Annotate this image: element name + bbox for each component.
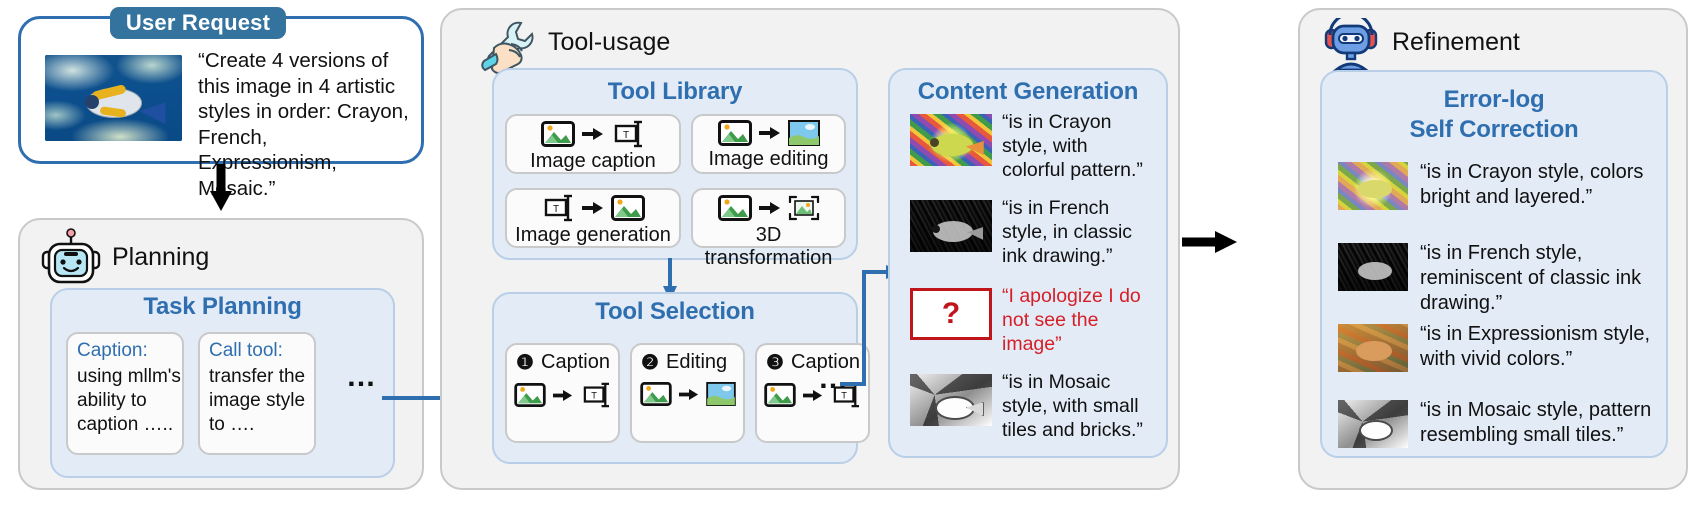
thumbnail-french (910, 200, 992, 252)
error-question-box: ? (910, 288, 992, 340)
framed-photo-icon (788, 195, 819, 221)
photo-icon (611, 195, 645, 221)
tool-card-3d-transformation[interactable]: 3D transformation (691, 188, 846, 269)
arrow-right-icon (582, 128, 603, 140)
tool-usage-title: Tool-usage (548, 28, 671, 56)
task-planning-title: Task Planning (143, 293, 302, 320)
user-request-chip: User Request (110, 7, 286, 39)
tool-step-1-label: Caption (541, 351, 610, 373)
landscape-icon (705, 382, 736, 406)
refinement-item-french-text: “is in French style, reminiscent of clas… (1420, 242, 1642, 314)
content-item-error-text: “I apologize I do not see the image” (1002, 285, 1141, 355)
tool-step-2-number: ❷ (641, 352, 659, 374)
arrow-right-icon (678, 388, 698, 400)
content-item-french-text: “is in French style, in classic ink draw… (1002, 197, 1133, 267)
text-icon: T (614, 120, 642, 148)
arrow-right-icon (758, 202, 780, 214)
thumbnail-crayon (1338, 162, 1408, 210)
thumbnail-mosaic (1338, 400, 1408, 448)
photo-icon (639, 382, 672, 406)
planning-title: Planning (112, 243, 210, 271)
tool-step-2-label: Editing (666, 351, 728, 373)
tool-selection-title: Tool Selection (595, 298, 755, 325)
tool-step-3-number: ❸ (766, 352, 784, 374)
planning-card-caption-body: using mllm's ability to caption ….. (77, 366, 181, 435)
planning-card-calltool[interactable]: Call tool: transfer the image style to …… (198, 332, 316, 455)
tool-card-image-editing-label: Image editing (708, 148, 829, 170)
svg-text:T: T (623, 130, 629, 141)
tool-step-2[interactable]: ❷ Editing (630, 343, 745, 443)
planning-card-caption[interactable]: Caption: using mllm's ability to caption… (66, 332, 184, 455)
content-generation-title: Content Generation (917, 78, 1139, 105)
planning-card-caption-label: Caption: (77, 340, 148, 361)
planning-card-calltool-label: Call tool: (209, 340, 283, 361)
tool-card-image-editing[interactable]: Image editing (691, 114, 846, 174)
user-request-chip-label: User Request (125, 10, 271, 35)
robot-head-icon (41, 228, 101, 284)
photo-icon (513, 383, 546, 407)
tool-library-title: Tool Library (607, 78, 743, 105)
content-item-mosaic-text: “is in Mosaic style, with small tiles an… (1002, 371, 1143, 441)
diagram-canvas: User Request “Create 4 versions of this … (0, 0, 1698, 506)
question-mark-icon: ? (941, 297, 961, 330)
photo-icon (541, 121, 575, 147)
content-item-crayon-text: “is in Crayon style, with colorful patte… (1002, 111, 1143, 181)
refinement-inner-title-line2: Self Correction (1409, 116, 1579, 143)
thumbnail-french (1338, 243, 1408, 291)
user-request-image (45, 55, 182, 141)
photo-icon (717, 120, 752, 146)
planning-ellipsis: … (346, 360, 378, 393)
landscape-icon (787, 120, 820, 146)
thumbnail-mosaic (910, 374, 992, 426)
tool-card-image-generation[interactable]: T Image generation (505, 188, 681, 248)
text-icon: T (544, 194, 572, 222)
svg-text:T: T (591, 391, 597, 401)
planning-card-calltool-body: transfer the image style to …. (209, 366, 306, 435)
refinement-item-mosaic-text: “is in Mosaic style, pattern resembling … (1420, 399, 1652, 446)
refinement-title: Refinement (1392, 28, 1520, 56)
thumbnail-crayon (910, 114, 992, 166)
text-icon: T (583, 382, 609, 408)
refinement-inner-title-line1: Error-log (1443, 86, 1545, 113)
robot-headphones-icon (1324, 18, 1378, 72)
thumbnail-expressionism (1338, 324, 1408, 372)
tool-card-3d-transformation-label: 3D transformation (704, 224, 833, 269)
tool-card-image-caption-label: Image caption (530, 150, 656, 172)
tool-step-1[interactable]: ❶ Caption T (505, 343, 620, 443)
tool-step-1-number: ❶ (516, 352, 534, 374)
arrow-right-icon (582, 202, 603, 214)
photo-icon (717, 195, 752, 221)
tool-card-image-generation-label: Image generation (515, 224, 671, 246)
photo-icon (763, 383, 796, 407)
arrow-right-icon (552, 389, 572, 401)
refinement-item-expressionism-text: “is in Expressionism style, with vivid c… (1420, 323, 1651, 370)
arrow-request-to-planning (210, 164, 232, 211)
arrow-right-icon (758, 127, 780, 139)
refinement-item-crayon-text: “is in Crayon style, colors bright and l… (1420, 161, 1644, 208)
svg-text:T: T (553, 204, 559, 215)
arrow-toolusage-to-refinement (1182, 231, 1237, 253)
tool-card-image-caption[interactable]: T Image caption (505, 114, 681, 174)
